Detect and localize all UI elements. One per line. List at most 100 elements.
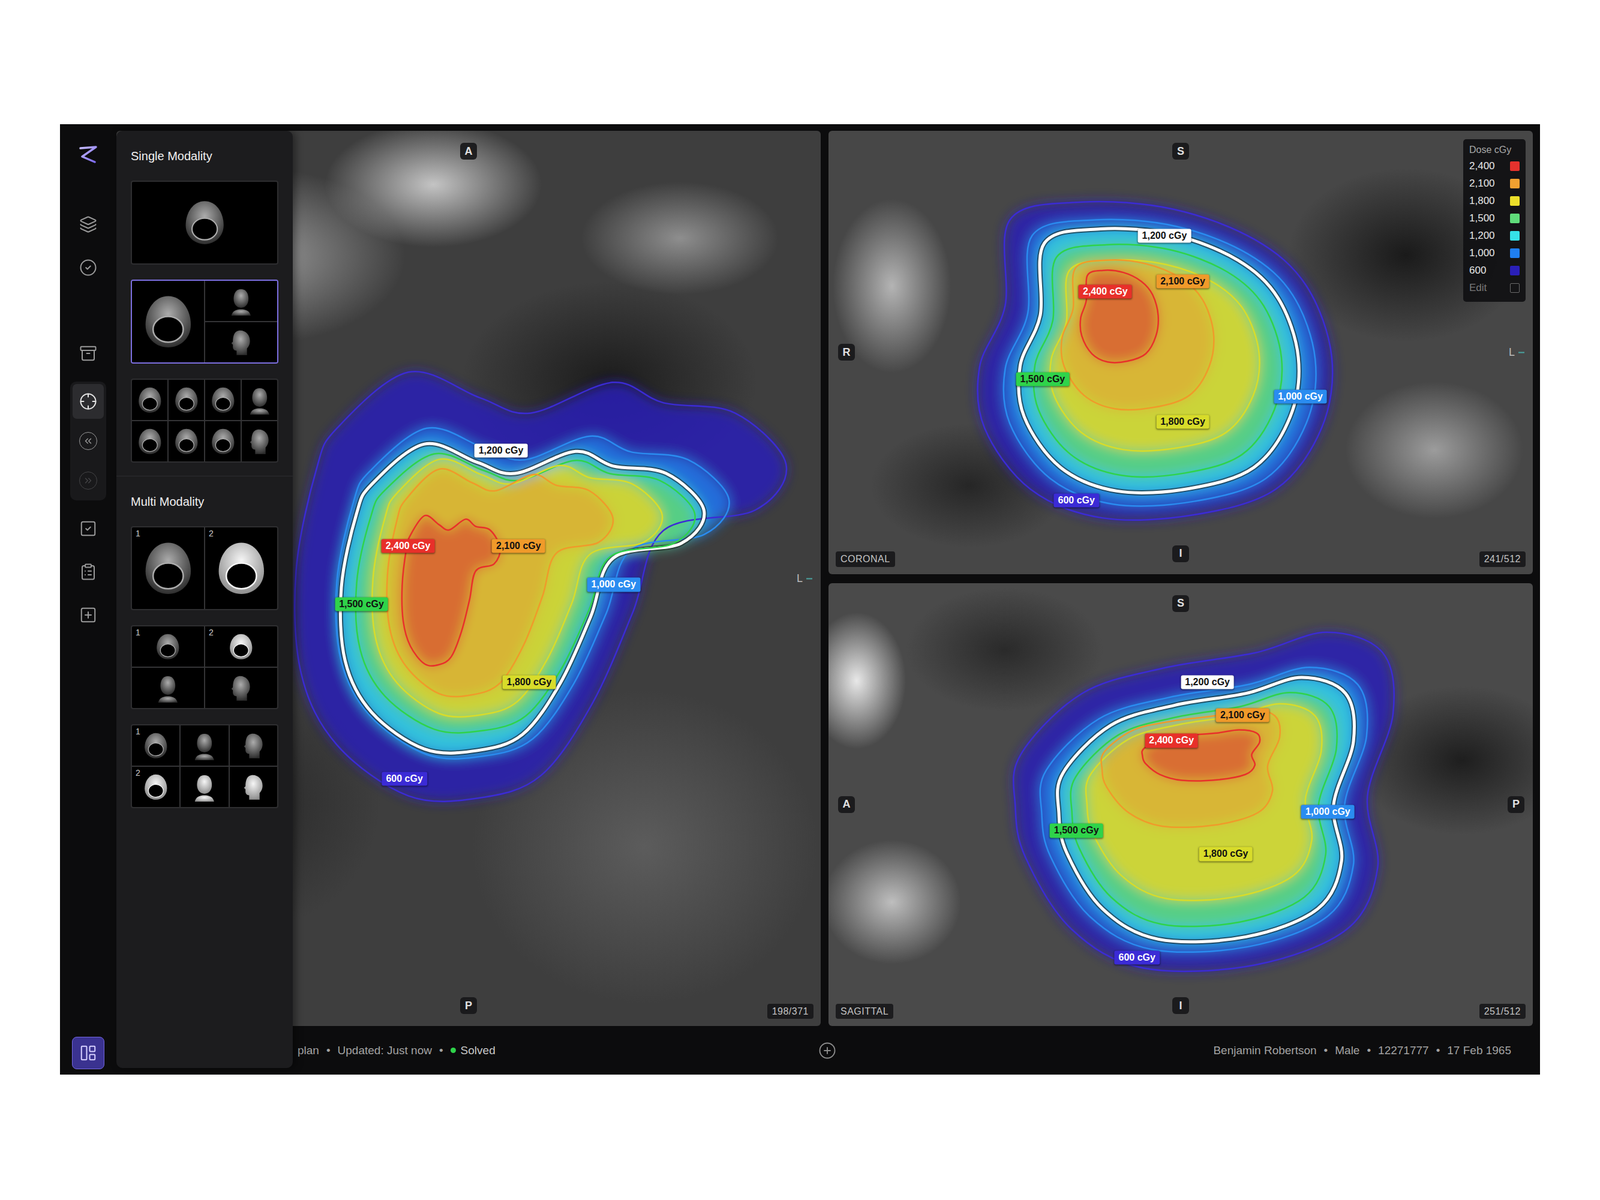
axial-head-icon [171, 385, 202, 416]
layout-tile: 2 [131, 766, 180, 807]
orientation-marker: S [1172, 595, 1190, 612]
axial-head-icon [134, 426, 165, 457]
layout-tile [131, 181, 278, 264]
isodose-line [335, 427, 730, 759]
rail-button[interactable] [72, 597, 104, 633]
axial-head-icon [134, 385, 165, 416]
isodose-line [1049, 259, 1260, 451]
viewport[interactable]: 600 cGy1,000 cGy1,200 cGy1,500 cGy1,800 … [828, 583, 1533, 1027]
rail-button[interactable] [72, 250, 104, 285]
axial-head-icon [211, 538, 272, 599]
front-head-icon [189, 730, 220, 761]
layout-option[interactable] [130, 180, 279, 265]
layout-option[interactable] [130, 378, 279, 463]
legend-value: 1,200 [1469, 229, 1505, 242]
axial-head-icon [140, 772, 171, 803]
layout-button[interactable] [71, 1036, 105, 1070]
dose-fill [1018, 228, 1300, 494]
solve-status: Solved [460, 1043, 496, 1058]
layout-tile [229, 725, 278, 766]
legend-row: 2,400 [1469, 158, 1520, 174]
isodose-label: 600 cGy [1054, 493, 1100, 507]
rail-button[interactable] [72, 554, 104, 590]
isodose-line [1003, 219, 1317, 507]
front-head-icon [226, 286, 257, 317]
layout-tile: 1 [131, 527, 204, 609]
isodose-label: 1,000 cGy [1301, 805, 1355, 819]
orientation-marker: L [796, 572, 813, 585]
layout-tile [205, 667, 278, 708]
layout-option[interactable]: 12 [130, 526, 279, 611]
rail-group [72, 335, 104, 371]
rail-button[interactable] [72, 206, 104, 242]
orientation-badge: A [838, 796, 855, 813]
archive-icon [79, 344, 98, 363]
workspace: 600 cGy1,000 cGy1,200 cGy1,500 cGy1,800 … [116, 124, 1541, 1075]
legend-row: 1,000 [1469, 245, 1520, 261]
layout-option[interactable]: 12 [130, 625, 279, 710]
legend-swatch [1510, 178, 1520, 189]
isodose-line [1057, 677, 1355, 942]
orientation-label: L [1508, 346, 1525, 359]
orientation-marker: A [838, 796, 855, 813]
viewport[interactable]: 600 cGy1,000 cGy1,200 cGy1,500 cGy1,800 … [828, 130, 1533, 575]
rail-button[interactable] [72, 511, 104, 546]
layout-option[interactable] [130, 279, 279, 364]
layout-option[interactable]: 12 [130, 724, 279, 809]
separator: • [1324, 1043, 1329, 1058]
orientation-badge: P [460, 997, 477, 1014]
isodose-line [1070, 692, 1338, 927]
isodose-line [340, 443, 705, 753]
orientation-badge: R [838, 343, 855, 361]
front-head-icon [244, 385, 275, 416]
logo-icon [74, 142, 102, 169]
dose-fill [340, 443, 705, 753]
section-title: Multi Modality [130, 494, 279, 509]
rail-button[interactable] [72, 335, 104, 371]
rail-button[interactable] [72, 423, 104, 459]
rail-button[interactable] [72, 463, 104, 498]
isodose-line [371, 458, 663, 717]
layout-tile [168, 379, 204, 420]
dose-fill [294, 371, 787, 802]
dose-legend: Dose cGy2,4002,1001,8001,5001,2001,00060… [1463, 139, 1526, 302]
layout-tile [205, 421, 241, 462]
separator: • [326, 1043, 331, 1058]
layout-panel: Single ModalityMulti Modality121212 [116, 130, 293, 1068]
rail-button[interactable] [72, 383, 104, 419]
slice-badge: 251/512 [1479, 1003, 1526, 1019]
layout-list: 121212 [130, 526, 279, 809]
status-dot [450, 1047, 456, 1053]
legend-swatch [1510, 248, 1520, 258]
isodose-line [1085, 703, 1322, 901]
add-button[interactable] [815, 1038, 840, 1063]
plan-name: plan [297, 1043, 320, 1058]
legend-value: 2,100 [1469, 177, 1505, 190]
legend-row: 2,100 [1469, 176, 1520, 192]
separator: • [1366, 1043, 1371, 1058]
patient-field: 17 Feb 1965 [1447, 1043, 1512, 1058]
crosshair-icon [79, 392, 98, 411]
orientation-badge: I [1172, 545, 1190, 563]
clipboard-list-icon [79, 562, 98, 581]
orientation-badge: S [1172, 142, 1190, 160]
patient-info: Benjamin Robertson•Male•12271777•17 Feb … [1213, 1043, 1512, 1058]
plus-circle-icon [818, 1041, 837, 1060]
isodose-label: 2,400 cGy [1144, 733, 1199, 748]
layout-section: Multi Modality121212 [116, 475, 293, 822]
isodose-line [1040, 667, 1368, 953]
dose-fill [386, 468, 614, 697]
legend-value: 2,400 [1469, 160, 1505, 173]
dose-fill [371, 458, 663, 717]
isodose-label: 2,100 cGy [491, 539, 546, 554]
layout-tile: 2 [205, 626, 278, 667]
side-head-icon [238, 772, 269, 803]
slice-badge: 198/371 [767, 1003, 814, 1019]
legend-value: 1,000 [1469, 247, 1505, 260]
status-bar: plan•Updated: Just now•SolvedBenjamin Ro… [116, 1025, 1541, 1075]
isodose-label: 1,200 cGy [1180, 674, 1235, 689]
isodose-label: 2,400 cGy [1078, 284, 1133, 299]
isodose-label: 1,500 cGy [1016, 372, 1070, 387]
legend-edit[interactable]: Edit [1469, 280, 1520, 296]
axial-head-icon [208, 426, 239, 457]
